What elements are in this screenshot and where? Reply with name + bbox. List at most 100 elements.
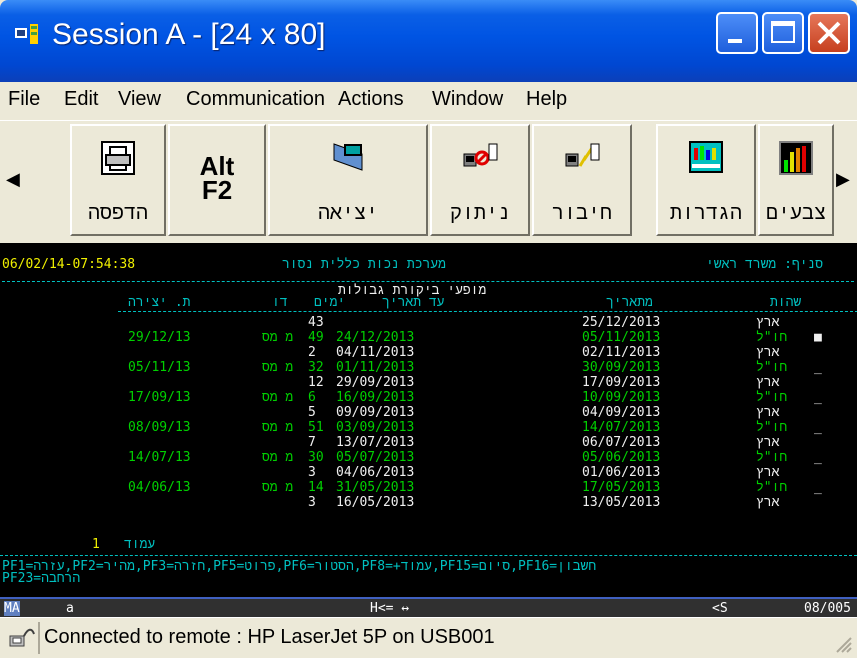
oia-mode: MA xyxy=(4,601,20,616)
terminal-screen[interactable]: 06/02/14-07:54:38 מערכת נכות כללית נסור … xyxy=(0,243,857,597)
status-cell: חו"ל xyxy=(756,480,788,495)
selection-field[interactable]: _ xyxy=(814,481,822,494)
connect-label: חיבור xyxy=(551,200,612,224)
creation-cell: 29/12/13 xyxy=(128,330,191,345)
settings-button[interactable]: הגדרות xyxy=(656,124,756,236)
days-cell: 5 xyxy=(308,405,316,420)
toolbar-scroll-left-icon[interactable]: ◀ xyxy=(6,169,20,190)
operator-info-area: MA a H<= ↔ <S 08/005 xyxy=(0,597,857,617)
from-date-cell: 17/09/2013 xyxy=(582,375,661,390)
from-date-cell: 06/07/2013 xyxy=(582,435,661,450)
creation-cell: 04/06/13 xyxy=(128,480,191,495)
from-date-cell: 01/06/2013 xyxy=(582,465,661,480)
menu-communication[interactable]: Communication xyxy=(186,88,325,111)
status-cell: ארץ xyxy=(756,465,780,480)
exit-icon xyxy=(333,143,363,171)
colors-icon xyxy=(779,141,813,175)
status-text: Connected to remote : HP LaserJet 5P on … xyxy=(44,626,495,648)
creation-cell: 08/09/13 xyxy=(128,420,191,435)
days-cell: 32 xyxy=(308,360,324,375)
col-dr: דו xyxy=(272,295,288,310)
window-title: Session A - [24 x 80] xyxy=(52,18,326,51)
to-date-cell: 13/07/2013 xyxy=(336,435,415,450)
printer-icon xyxy=(101,141,135,175)
toolbar-scroll-right-icon[interactable]: ▶ xyxy=(836,169,850,190)
dr-cell: מ מס xyxy=(262,480,294,495)
fkeys-separator xyxy=(0,555,857,556)
to-date-cell: 01/11/2013 xyxy=(336,360,415,375)
to-date-cell: 16/05/2013 xyxy=(336,495,415,510)
toolbar: ◀ ▶ הדפסה Alt F2 יציאה ניתוק חיבור הגדרו… xyxy=(0,120,857,244)
fkeys-line1: PF1=עזרה,PF2=מהיר,PF3=חזרה,PF5=פרוט,PF6=… xyxy=(2,559,597,574)
status-cell: ארץ xyxy=(756,495,780,510)
resize-grip-icon[interactable] xyxy=(833,634,853,654)
connect-button[interactable]: חיבור xyxy=(532,124,632,236)
from-date-cell: 02/11/2013 xyxy=(582,345,661,360)
to-date-cell: 04/11/2013 xyxy=(336,345,415,360)
exit-label: יציאה xyxy=(317,200,378,224)
col-from-date: מתאריך xyxy=(606,295,653,310)
selection-field[interactable]: ■ xyxy=(814,331,822,344)
oia-middle: H<= ↔ xyxy=(370,601,410,616)
dr-cell: מ מס xyxy=(262,450,294,465)
to-date-cell: 03/09/2013 xyxy=(336,420,415,435)
from-date-cell: 04/09/2013 xyxy=(582,405,661,420)
selection-field[interactable]: _ xyxy=(814,361,822,374)
maximize-button[interactable] xyxy=(762,12,804,54)
exit-button[interactable]: יציאה xyxy=(268,124,428,236)
from-date-cell: 14/07/2013 xyxy=(582,420,661,435)
from-date-cell: 13/05/2013 xyxy=(582,495,661,510)
menu-window[interactable]: Window xyxy=(432,88,503,111)
oia-session: a xyxy=(66,601,74,616)
to-date-cell: 16/09/2013 xyxy=(336,390,415,405)
status-cell: ארץ xyxy=(756,435,780,450)
menu-view[interactable]: View xyxy=(118,88,161,111)
to-date-cell: 29/09/2013 xyxy=(336,375,415,390)
app-icon xyxy=(15,24,38,44)
days-cell: 30 xyxy=(308,450,324,465)
menu-actions[interactable]: Actions xyxy=(338,88,404,111)
header-datetime: 06/02/14-07:54:38 xyxy=(2,257,136,272)
disconnect-button[interactable]: ניתוק xyxy=(430,124,530,236)
menu-help[interactable]: Help xyxy=(526,88,567,111)
print-button[interactable]: הדפסה xyxy=(70,124,166,236)
from-date-cell: 10/09/2013 xyxy=(582,390,661,405)
menu-edit[interactable]: Edit xyxy=(64,88,98,111)
creation-cell: 14/07/13 xyxy=(128,450,191,465)
close-button[interactable] xyxy=(808,12,850,54)
status-cell: חו"ל xyxy=(756,330,788,345)
days-cell: 43 xyxy=(308,315,324,330)
from-date-cell: 17/05/2013 xyxy=(582,480,661,495)
menu-file[interactable]: File xyxy=(8,88,40,111)
selection-field[interactable]: _ xyxy=(814,391,822,404)
selection-field[interactable]: _ xyxy=(814,451,822,464)
status-cell: חו"ל xyxy=(756,360,788,375)
col-status: שהות xyxy=(770,295,802,310)
days-cell: 2 xyxy=(308,345,316,360)
status-cell: ארץ xyxy=(756,345,780,360)
selection-field[interactable]: _ xyxy=(814,421,822,434)
col-days: ימים xyxy=(314,295,346,310)
to-date-cell: 09/09/2013 xyxy=(336,405,415,420)
status-cell: ארץ xyxy=(756,315,780,330)
days-cell: 51 xyxy=(308,420,324,435)
cursor-position: 08/005 xyxy=(804,601,851,616)
status-bar: Connected to remote : HP LaserJet 5P on … xyxy=(0,617,857,658)
status-cell: ארץ xyxy=(756,405,780,420)
alt-f2-button[interactable]: Alt F2 xyxy=(168,124,266,236)
to-date-cell: 31/05/2013 xyxy=(336,480,415,495)
settings-icon xyxy=(689,141,723,173)
close-icon xyxy=(817,21,841,45)
separator-line xyxy=(2,281,854,282)
status-cell: חו"ל xyxy=(756,390,788,405)
col-creation-date: ת. יצירה xyxy=(128,295,191,310)
minimize-button[interactable] xyxy=(716,12,758,54)
dr-cell: מ מס xyxy=(262,360,294,375)
days-cell: 3 xyxy=(308,465,316,480)
days-cell: 49 xyxy=(308,330,324,345)
colors-button[interactable]: צבעים xyxy=(758,124,834,236)
dr-cell: מ מס xyxy=(262,330,294,345)
status-cell: חו"ל xyxy=(756,420,788,435)
page-number: 1 xyxy=(92,537,100,552)
title-bar[interactable]: Session A - [24 x 80] xyxy=(0,0,857,82)
